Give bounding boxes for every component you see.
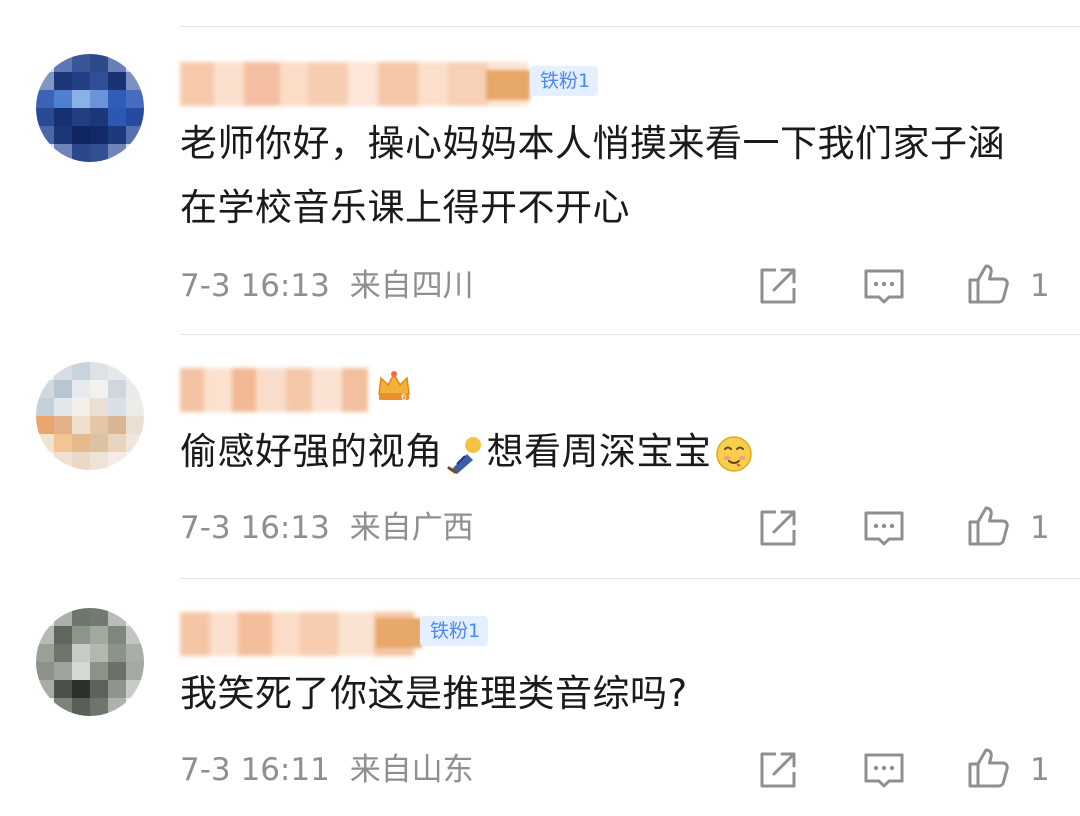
comment-time: 7-3 16:13 [180, 510, 330, 546]
username-blurred[interactable] [180, 368, 368, 412]
share-icon[interactable] [756, 506, 800, 550]
crown-badge-icon: 6 [378, 371, 410, 402]
comment-text: 老师你好，操心妈妈本人悄摸来看一下我们家子涵在学校音乐课上得开不开心 [180, 122, 1005, 229]
username-blurred[interactable] [180, 62, 528, 106]
sneak-emoji-icon [447, 436, 481, 474]
avatar[interactable] [36, 608, 144, 716]
comment-icon[interactable] [862, 748, 906, 792]
comment-text: 偷感好强的视角 想看周深宝宝 [180, 420, 1040, 484]
comment-meta: 7-3 16:11 来自山东 [180, 750, 474, 790]
comment-divider [180, 334, 1080, 335]
comment-text-part: 想看周深宝宝 [486, 430, 712, 473]
comment-time: 7-3 16:11 [180, 752, 330, 788]
comment-location: 来自广西 [349, 510, 474, 546]
drool-emoji-icon [715, 435, 752, 472]
thumbs-up-icon[interactable] [966, 262, 1010, 306]
thumbs-up-icon[interactable] [966, 504, 1010, 548]
comment-icon[interactable] [862, 506, 906, 550]
thumbs-up-icon[interactable] [966, 746, 1010, 790]
svg-text:6: 6 [401, 393, 407, 402]
avatar[interactable] [36, 54, 144, 162]
fan-badge[interactable]: 铁粉1 [530, 66, 599, 96]
comment-meta: 7-3 16:13 来自广西 [180, 508, 474, 548]
share-icon[interactable] [756, 264, 800, 308]
comment-time: 7-3 16:13 [180, 268, 330, 304]
comment-location: 来自四川 [349, 268, 474, 304]
share-icon[interactable] [756, 748, 800, 792]
like-count: 1 [1030, 752, 1050, 788]
avatar[interactable] [36, 362, 144, 470]
comment-meta: 7-3 16:13 来自四川 [180, 266, 474, 306]
comment-text-part: 偷感好强的视角 [180, 430, 443, 473]
comment-icon[interactable] [862, 264, 906, 308]
like-count: 1 [1030, 510, 1050, 546]
comment-divider [180, 578, 1080, 579]
level-badge-blurred [376, 618, 422, 648]
comment-text: 我笑死了你这是推理类音综吗? [180, 672, 688, 715]
like-count: 1 [1030, 268, 1050, 304]
level-badge-blurred [486, 70, 530, 100]
comment-location: 来自山东 [349, 752, 474, 788]
fan-badge[interactable]: 铁粉1 [420, 616, 489, 646]
top-divider [180, 26, 1080, 27]
